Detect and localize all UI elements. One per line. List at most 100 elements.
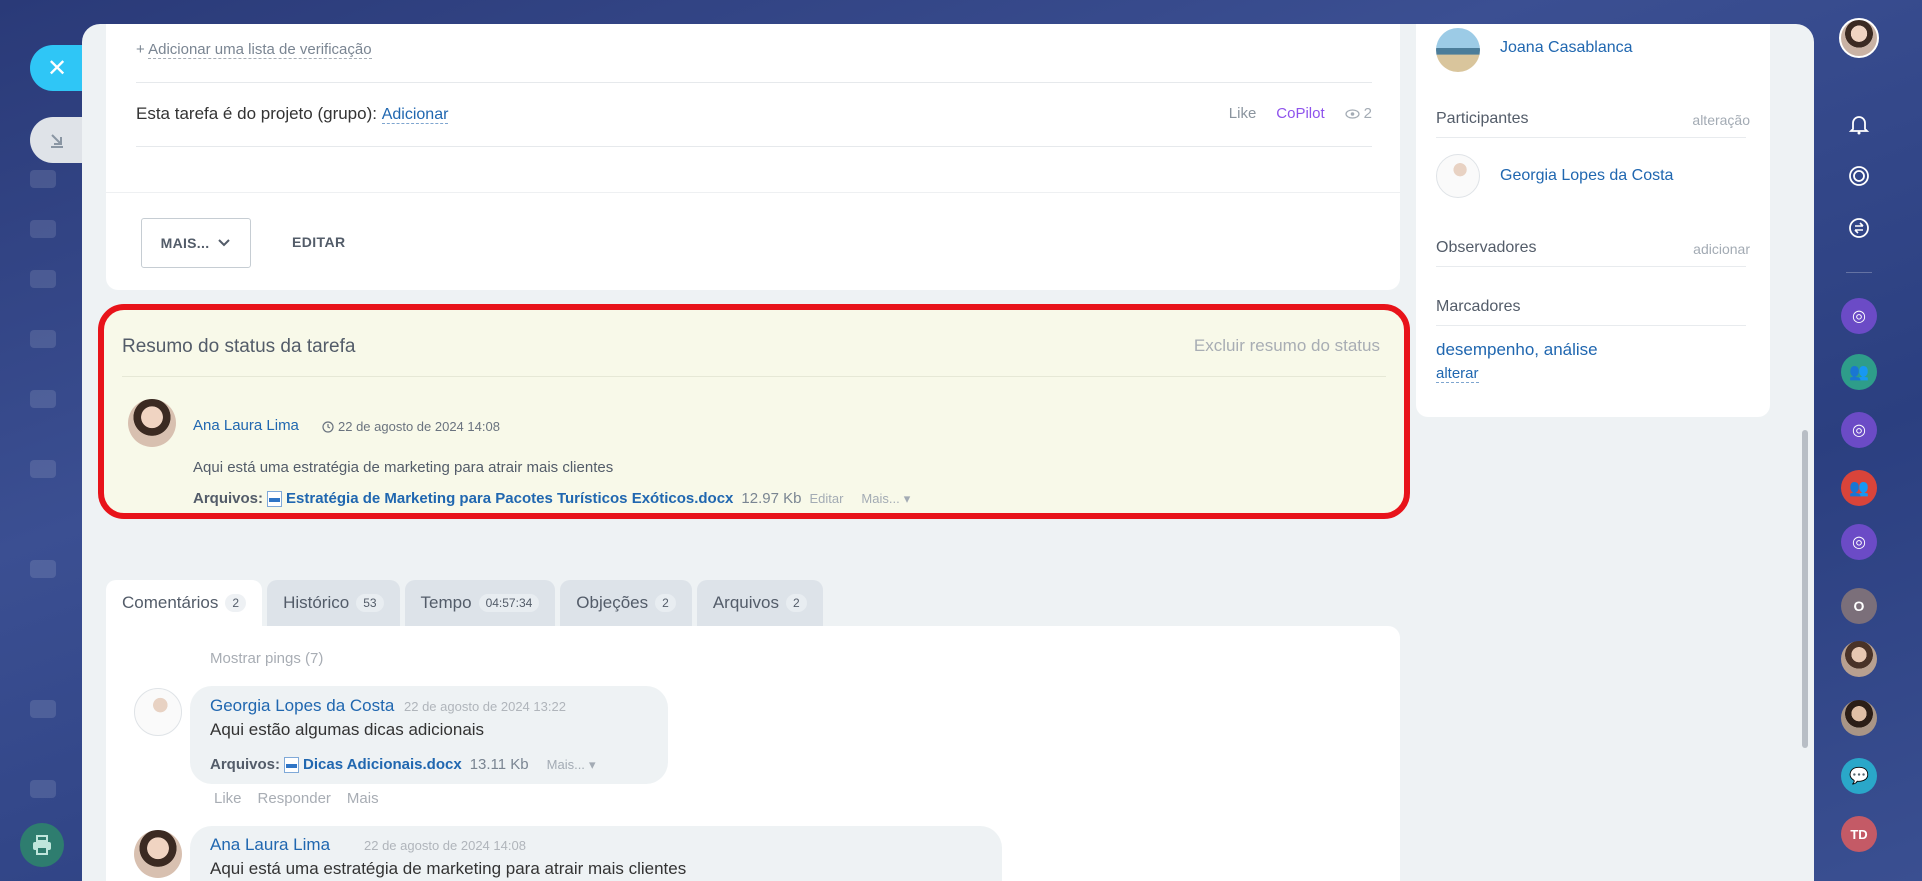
background-menu-icon [30,220,56,238]
rail-chat-copilot[interactable]: ◎ [1841,524,1877,560]
clock-icon [322,420,334,433]
views-count: 2 [1363,105,1372,122]
rail-chat-group[interactable]: 👥 [1841,470,1877,506]
responsible-name-link[interactable]: Joana Casablanca [1500,39,1633,57]
tags-label: Marcadores [1436,298,1521,315]
task-sidebar-card: Joana Casablanca Participantes alteração… [1416,24,1770,417]
copilot-icon: ◎ [1852,308,1866,325]
tab-count: 53 [356,594,384,612]
avatar[interactable] [128,399,176,447]
participants-label: Participantes [1436,110,1529,127]
more-button[interactable]: MAIS... [141,218,251,268]
scrollbar[interactable] [1802,430,1808,748]
like-link[interactable]: Like [1229,105,1257,122]
rail-chat-user[interactable]: O [1841,588,1877,624]
show-pings-link[interactable]: Mostrar pings (7) [210,650,323,667]
divider [1436,137,1746,138]
copilot-button[interactable] [1841,158,1877,194]
sync-button[interactable] [1841,210,1877,246]
rail-chat-general[interactable]: 💬 [1841,758,1877,794]
file-more-menu[interactable]: Mais... ▾ [861,491,910,507]
file-more-menu[interactable]: Mais... ▾ [547,757,596,773]
avatar-initials: TD [1850,826,1868,842]
comments-panel: Mostrar pings (7) Georgia Lopes da Costa… [106,626,1400,881]
rail-chat-group[interactable]: 👥 [1841,354,1877,390]
file-more-label: Mais... [861,491,900,506]
tab-files[interactable]: Arquivos 2 [696,580,823,626]
summary-author-link[interactable]: Ana Laura Lima [193,417,299,434]
sync-icon [1849,218,1869,238]
tab-label: Arquivos [712,593,779,612]
divider [1436,325,1746,326]
background-menu-icon [30,270,56,288]
like-row: Like CoPilot 2 [1229,105,1372,122]
tab-count: 2 [225,594,247,612]
tab-objections[interactable]: Objeções 2 [560,580,692,626]
tab-label: Comentários [122,593,219,612]
project-row: Esta tarefa é do projeto (grupo): Adicio… [136,104,449,124]
comment-reply-link[interactable]: Responder [258,790,331,807]
printer-icon [33,835,51,855]
docx-file-icon [267,490,283,507]
tab-history[interactable]: Histórico 53 [267,580,400,626]
avatar[interactable] [1436,154,1480,198]
observers-add-link[interactable]: adicionar [1693,241,1750,257]
file-link[interactable]: Dicas Adicionais.docx [303,756,462,773]
file-size: 13.11 Kb [469,756,529,773]
participant-name-link[interactable]: Georgia Lopes da Costa [1500,167,1673,185]
participants-change-link[interactable]: alteração [1692,112,1750,128]
avatar[interactable] [1841,700,1877,736]
group-icon: 👥 [1849,480,1869,497]
tags-change-link[interactable]: alterar [1436,365,1479,383]
close-slider-button[interactable]: ✕ [30,45,84,91]
edit-button[interactable]: EDITAR [292,234,345,250]
caret-down-icon: ▾ [903,490,911,506]
background-menu-icon [30,780,56,798]
divider [106,192,1400,193]
tab-count: 2 [655,594,676,612]
avatar[interactable] [1841,641,1877,677]
rail-chat-user[interactable]: TD [1841,816,1877,852]
comment-more-link[interactable]: Mais [347,790,379,807]
divider [1436,266,1746,267]
background-menu-icon [30,560,56,578]
tab-comments[interactable]: Comentários 2 [106,580,263,626]
tab-time[interactable]: Tempo 04:57:34 [404,580,556,626]
print-button[interactable] [20,823,64,867]
comment-text: Aqui está uma estratégia de marketing pa… [210,859,687,878]
observers-label: Observadores [1436,239,1537,256]
tags-value[interactable]: desempenho, análise [1436,340,1598,360]
comment-date[interactable]: 22 de agosto de 2024 13:22 [404,699,566,714]
bell-icon [1848,116,1870,135]
tab-label: Tempo [420,593,472,612]
add-checklist-link[interactable]: + Adicionar uma lista de verificação [136,41,372,59]
docx-file-icon [284,756,300,773]
comment-actions: Like Responder Mais [214,790,379,807]
avatar[interactable] [1839,18,1879,58]
tab-label: Histórico [283,593,350,612]
copilot-icon [1849,166,1869,186]
project-add-link[interactable]: Adicionar [381,106,449,124]
avatar[interactable] [134,688,182,736]
notifications-button[interactable] [1841,106,1877,142]
comment-author-link[interactable]: Ana Laura Lima [210,835,330,855]
background-menu-icon [30,460,56,478]
avatar[interactable] [134,830,182,878]
avatar[interactable] [1436,28,1480,72]
group-icon: 👥 [1849,364,1869,381]
delete-status-summary-link[interactable]: Excluir resumo do status [1194,336,1380,356]
rail-chat-copilot[interactable]: ◎ [1841,412,1877,448]
project-label: Esta tarefa é do projeto (grupo): [136,104,377,123]
comment-like-link[interactable]: Like [214,790,242,807]
comment-author-link[interactable]: Georgia Lopes da Costa [210,696,394,716]
divider [1846,272,1872,273]
views-counter: 2 [1345,105,1372,122]
file-link[interactable]: Estratégia de Marketing para Pacotes Tur… [286,490,733,507]
minimize-icon [51,134,63,148]
comment-date[interactable]: 22 de agosto de 2024 14:08 [364,838,526,853]
rail-chat-copilot[interactable]: ◎ [1841,298,1877,334]
copilot-link[interactable]: CoPilot [1276,105,1324,122]
file-edit-link[interactable]: Editar [809,491,843,506]
collapse-slider-button[interactable] [30,117,84,163]
tab-label: Objeções [576,593,649,612]
